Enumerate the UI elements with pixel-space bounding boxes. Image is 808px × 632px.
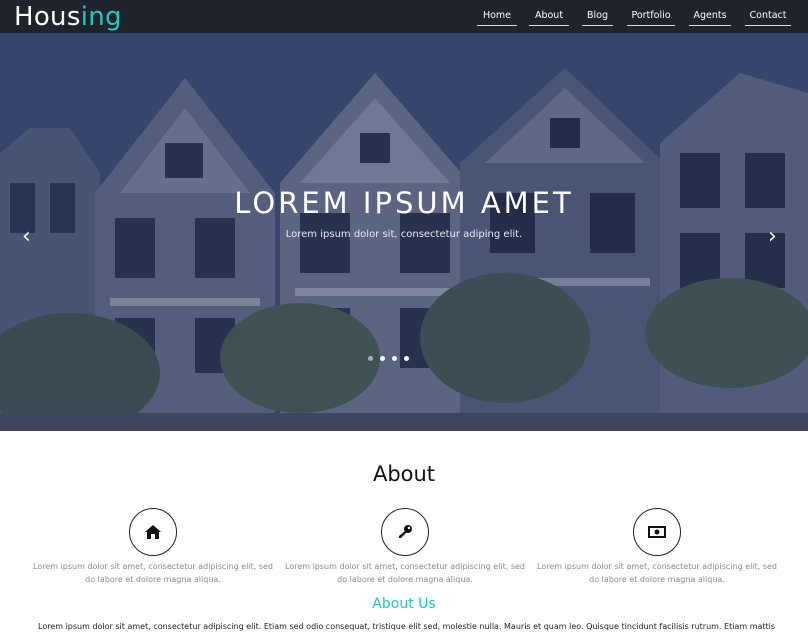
- hero-title: LOREM IPSUM AMET: [234, 186, 574, 220]
- feature-icon-circle: [633, 508, 681, 556]
- chevron-left-icon[interactable]: ‹: [22, 226, 31, 248]
- nav-item-blog[interactable]: Blog: [582, 0, 613, 33]
- carousel-indicators: [368, 356, 409, 361]
- carousel-dot-3[interactable]: [392, 356, 397, 361]
- nav-item-portfolio[interactable]: Portfolio: [627, 0, 675, 33]
- feature-text: Lorem ipsum dolor sit amet, consectetur …: [33, 562, 273, 584]
- chevron-right-icon[interactable]: ›: [768, 226, 777, 248]
- brand-text-main: Hous: [14, 2, 81, 32]
- brand-text-accent: ing: [80, 2, 122, 32]
- nav-item-agents[interactable]: Agents: [689, 0, 731, 33]
- navbar: Housing Home About Blog Portfolio Agents…: [0, 0, 808, 33]
- feature-icon-circle: [129, 508, 177, 556]
- carousel-dot-2[interactable]: [380, 356, 385, 361]
- nav-item-about[interactable]: About: [529, 0, 569, 33]
- about-us-text: Lorem ipsum dolor sit amet, consectetur …: [38, 622, 778, 631]
- carousel-dot-4[interactable]: [404, 356, 409, 361]
- about-heading: About: [372, 462, 436, 486]
- key-icon: [399, 525, 412, 538]
- nav-item-home[interactable]: Home: [477, 0, 517, 33]
- feature-text: Lorem ipsum dolor sit amet, consectetur …: [285, 562, 525, 584]
- hero-subtitle: Lorem ipsum dolor sit, consectetur adipi…: [285, 229, 523, 240]
- brand-logo[interactable]: Housing: [14, 2, 122, 32]
- feature-icon-circle: [381, 508, 429, 556]
- carousel-dot-1[interactable]: [368, 356, 373, 361]
- feature-text: Lorem ipsum dolor sit amet, consectetur …: [537, 562, 777, 584]
- nav-item-contact[interactable]: Contact: [745, 0, 791, 33]
- about-us-heading: About Us: [372, 596, 436, 612]
- money-icon: [648, 526, 666, 538]
- hero-carousel: LOREM IPSUM AMET Lorem ipsum dolor sit, …: [0, 33, 808, 431]
- home-icon: [145, 525, 161, 539]
